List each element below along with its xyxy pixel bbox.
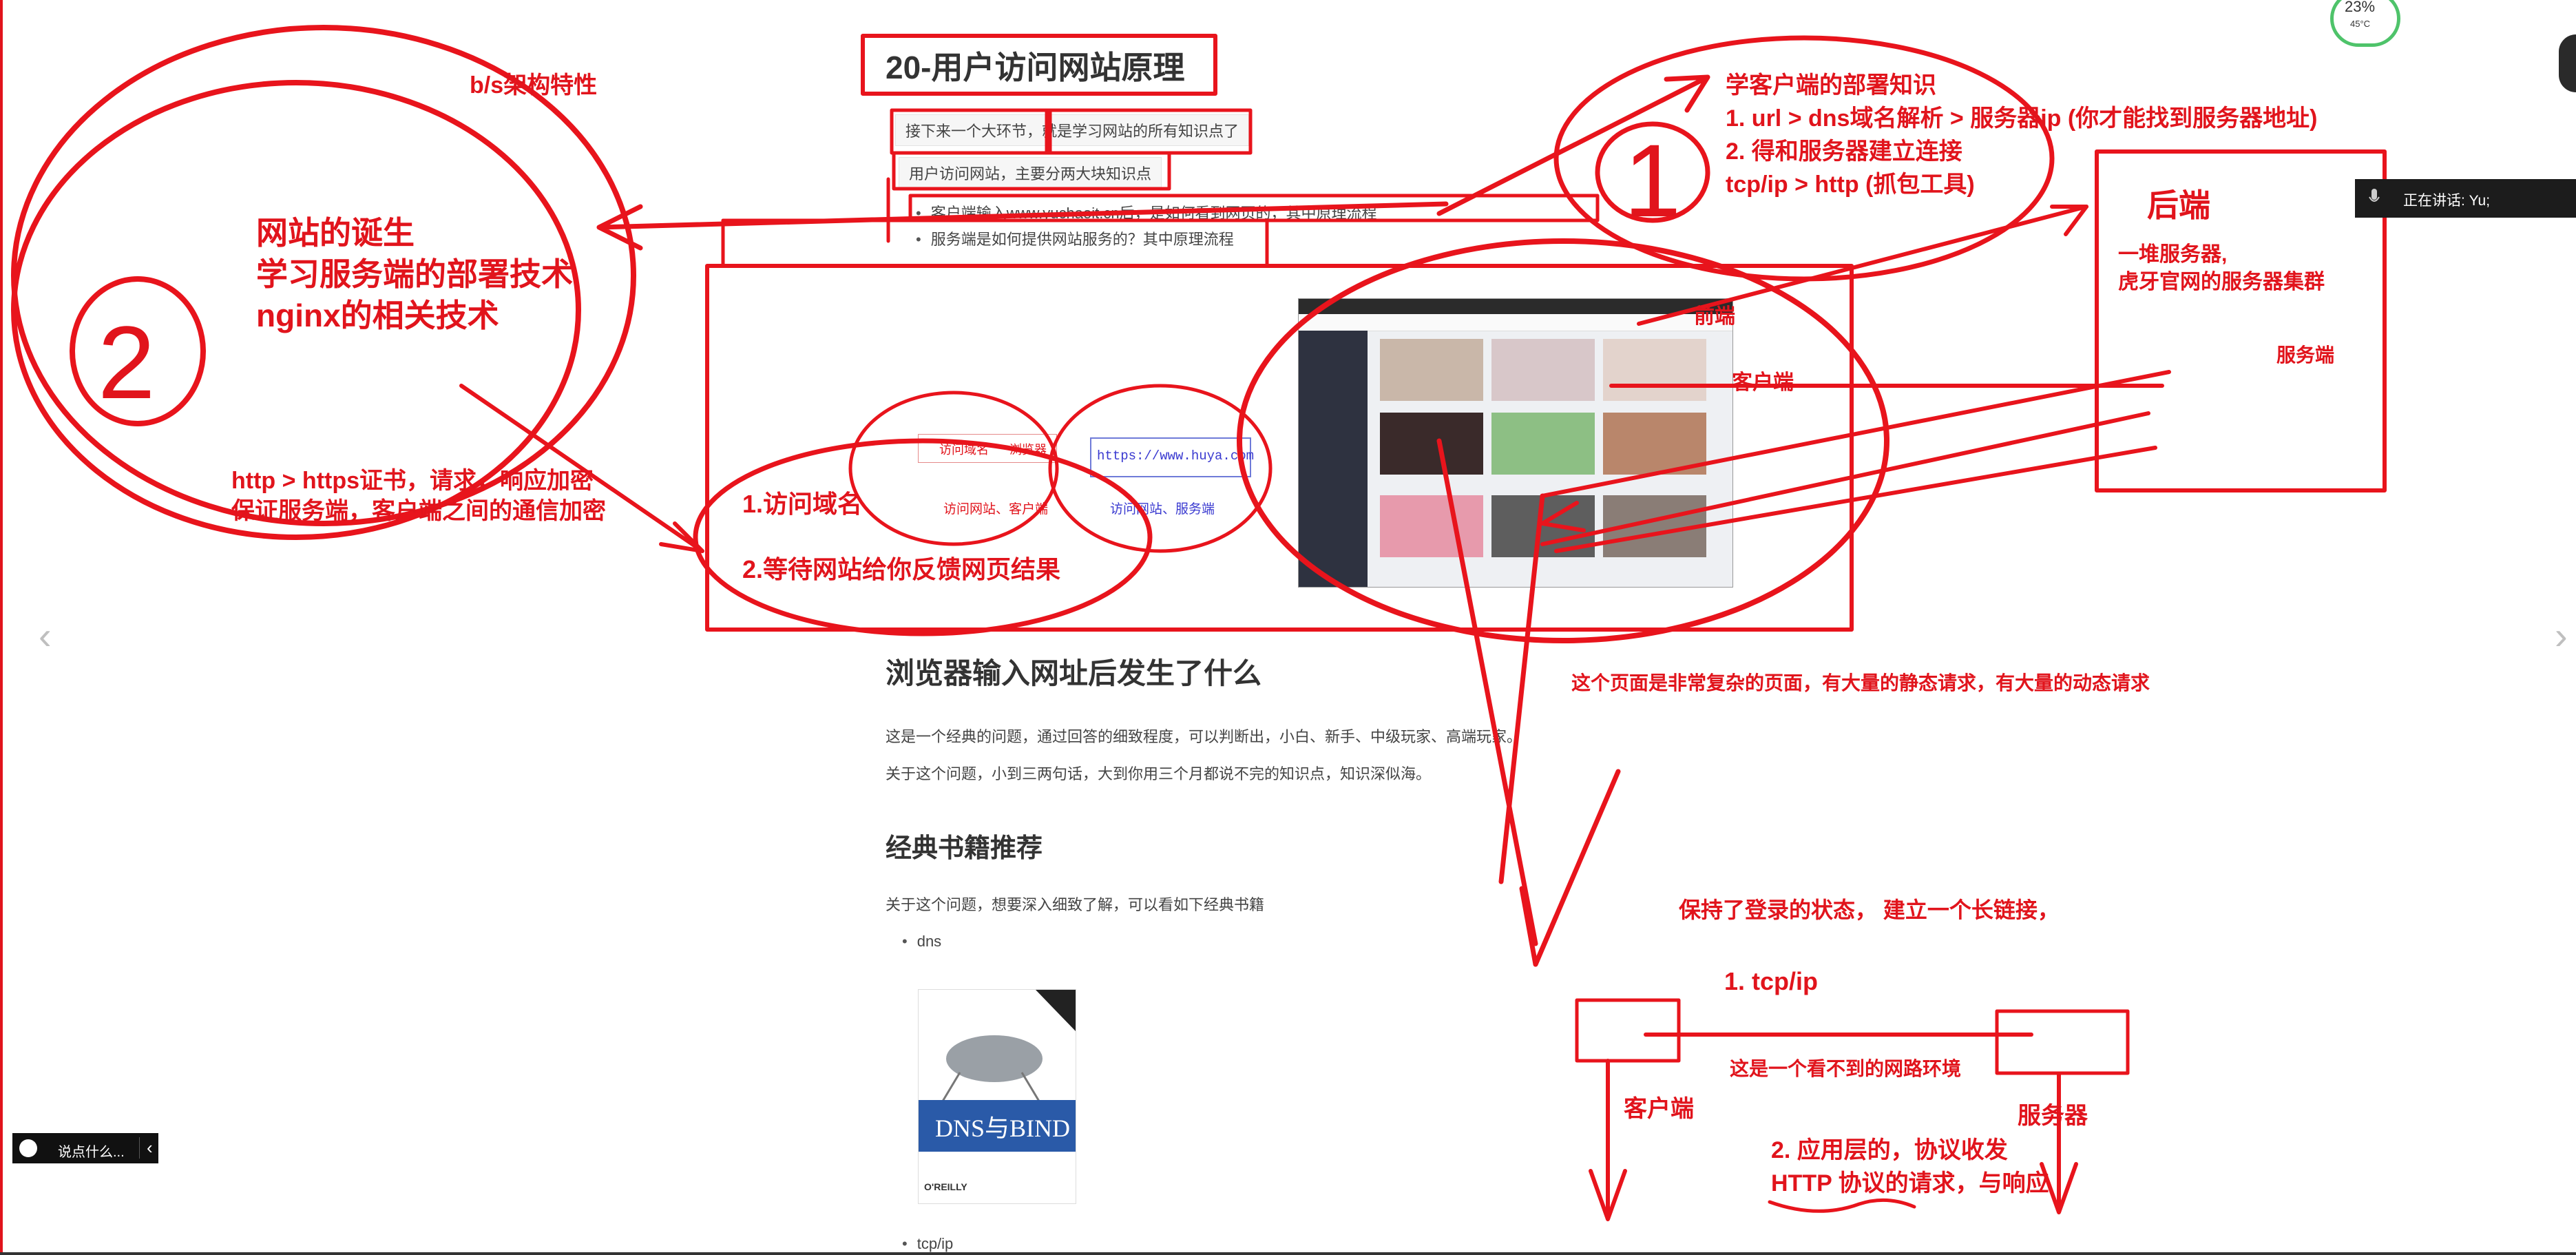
ink-shot-ellipse [1237,238,1889,643]
ink-server-box [1995,1009,2130,1075]
client-deploy-note: 学客户端的部署知识 1. url > dns域名解析 > 服务器ip (你才能找… [1726,69,2318,201]
backend-label: 后端 [2147,187,2210,223]
chevron-left-icon[interactable]: ‹ [139,1137,153,1159]
backend-desc: 一堆服务器, 虎牙官网的服务器集群 [2118,241,2325,296]
ink-browser-ellipse [848,391,1059,546]
left-block-line-2: 学习服务端的部署技术 [256,256,573,292]
bs-feature-note: b/s架构特性 [470,72,598,98]
app-layer-note: 2. 应用层的，协议收发 HTTP 协议的请求，与响应 [1771,1134,2049,1200]
server-side-label: 服务端 [2276,344,2335,366]
step-2-note: 2.等待网站给你反馈网页结果 [742,555,1061,583]
ink-steps-ellipse [693,438,1153,636]
cpu-gauge: 23% 45°C [2330,0,2400,47]
left-block-line-3: nginx的相关技术 [256,298,499,333]
circle-1-label: 1 [1624,123,1682,238]
ink-points-box [892,151,1171,191]
ink-title-box [861,34,1217,96]
ink-bullet2-box [721,218,1269,268]
client-label: 客户端 [1732,371,1794,394]
keep-login-note: 保持了登录的状态， 建立一个长链接， [1679,898,2060,922]
client-bottom-label: 客户端 [1624,1096,1694,1122]
app-layer-line-1: 2. 应用层的，协议收发 [1771,1137,2008,1163]
ink-client-box [1575,998,1681,1063]
ink-intro-box-2 [1045,108,1253,155]
prev-page-arrow[interactable]: ‹ [39,613,52,658]
app-layer-line-2: HTTP 协议的请求，与响应 [1771,1170,2049,1196]
ink-request-lines [1540,205,2171,553]
https-note-line-1: http > https证书，请求，响应加密 [231,468,594,494]
ink-arrow-to-left [596,201,1449,251]
ink-backend-box [2095,149,2387,492]
frontend-label: 前端 [1694,305,1735,328]
ink-arrow-head-2 [1540,501,1586,532]
side-toggle-button[interactable] [2559,34,2576,92]
server-bottom-label: 服务器 [2018,1103,2088,1129]
gauge-value: 23% [2345,0,2376,15]
speaking-indicator: 正在讲话: Yu; [2355,179,2576,218]
ink-intro-box-1 [890,108,1052,155]
backend-desc-line-2: 虎牙官网的服务器集群 [2118,271,2325,293]
next-page-arrow[interactable]: › [2555,613,2568,658]
ink-underline [1768,1198,1916,1213]
invisible-net-note: 这是一个看不到的网路环境 [1730,1058,1962,1079]
client-deploy-line-2: 1. url > dns域名解析 > 服务器ip (你才能找到服务器地址) [1726,105,2318,132]
left-block-line-1: 网站的诞生 [256,215,415,251]
circle-2-label: 2 [98,304,156,420]
step-1-note: 1.访问域名 [742,490,863,518]
https-note: http > https证书，请求，响应加密 保证服务端，客户端之间的通信加密 [231,466,606,526]
complex-page-note: 这个页面是非常复杂的页面，有大量的静态请求，有大量的动态请求 [1571,672,2150,694]
chat-placeholder: 说点什么... [58,1145,125,1160]
emoji-icon[interactable] [19,1139,37,1157]
client-deploy-line-1: 学客户端的部署知识 [1726,72,1936,98]
client-deploy-line-3: 2. 得和服务器建立连接 [1726,138,1962,165]
microphone-icon [2369,189,2380,211]
ink-downward-strokes [1436,438,1621,967]
speaking-label: 正在讲话: Yu; [2403,193,2491,209]
https-note-line-2: 保证服务端，客户端之间的通信加密 [231,498,606,524]
tcpip-step-note: 1. tcp/ip [1724,967,1819,995]
left-block-note: 网站的诞生 学习服务端的部署技术 nginx的相关技术 [256,212,573,336]
gauge-temp: 45°C [2350,19,2371,29]
backend-desc-line-1: 一堆服务器, [2118,243,2228,266]
chat-input-bar[interactable]: 说点什么... ‹ [12,1133,158,1163]
client-deploy-line-4: tcp/ip > http (抓包工具) [1726,172,1975,198]
